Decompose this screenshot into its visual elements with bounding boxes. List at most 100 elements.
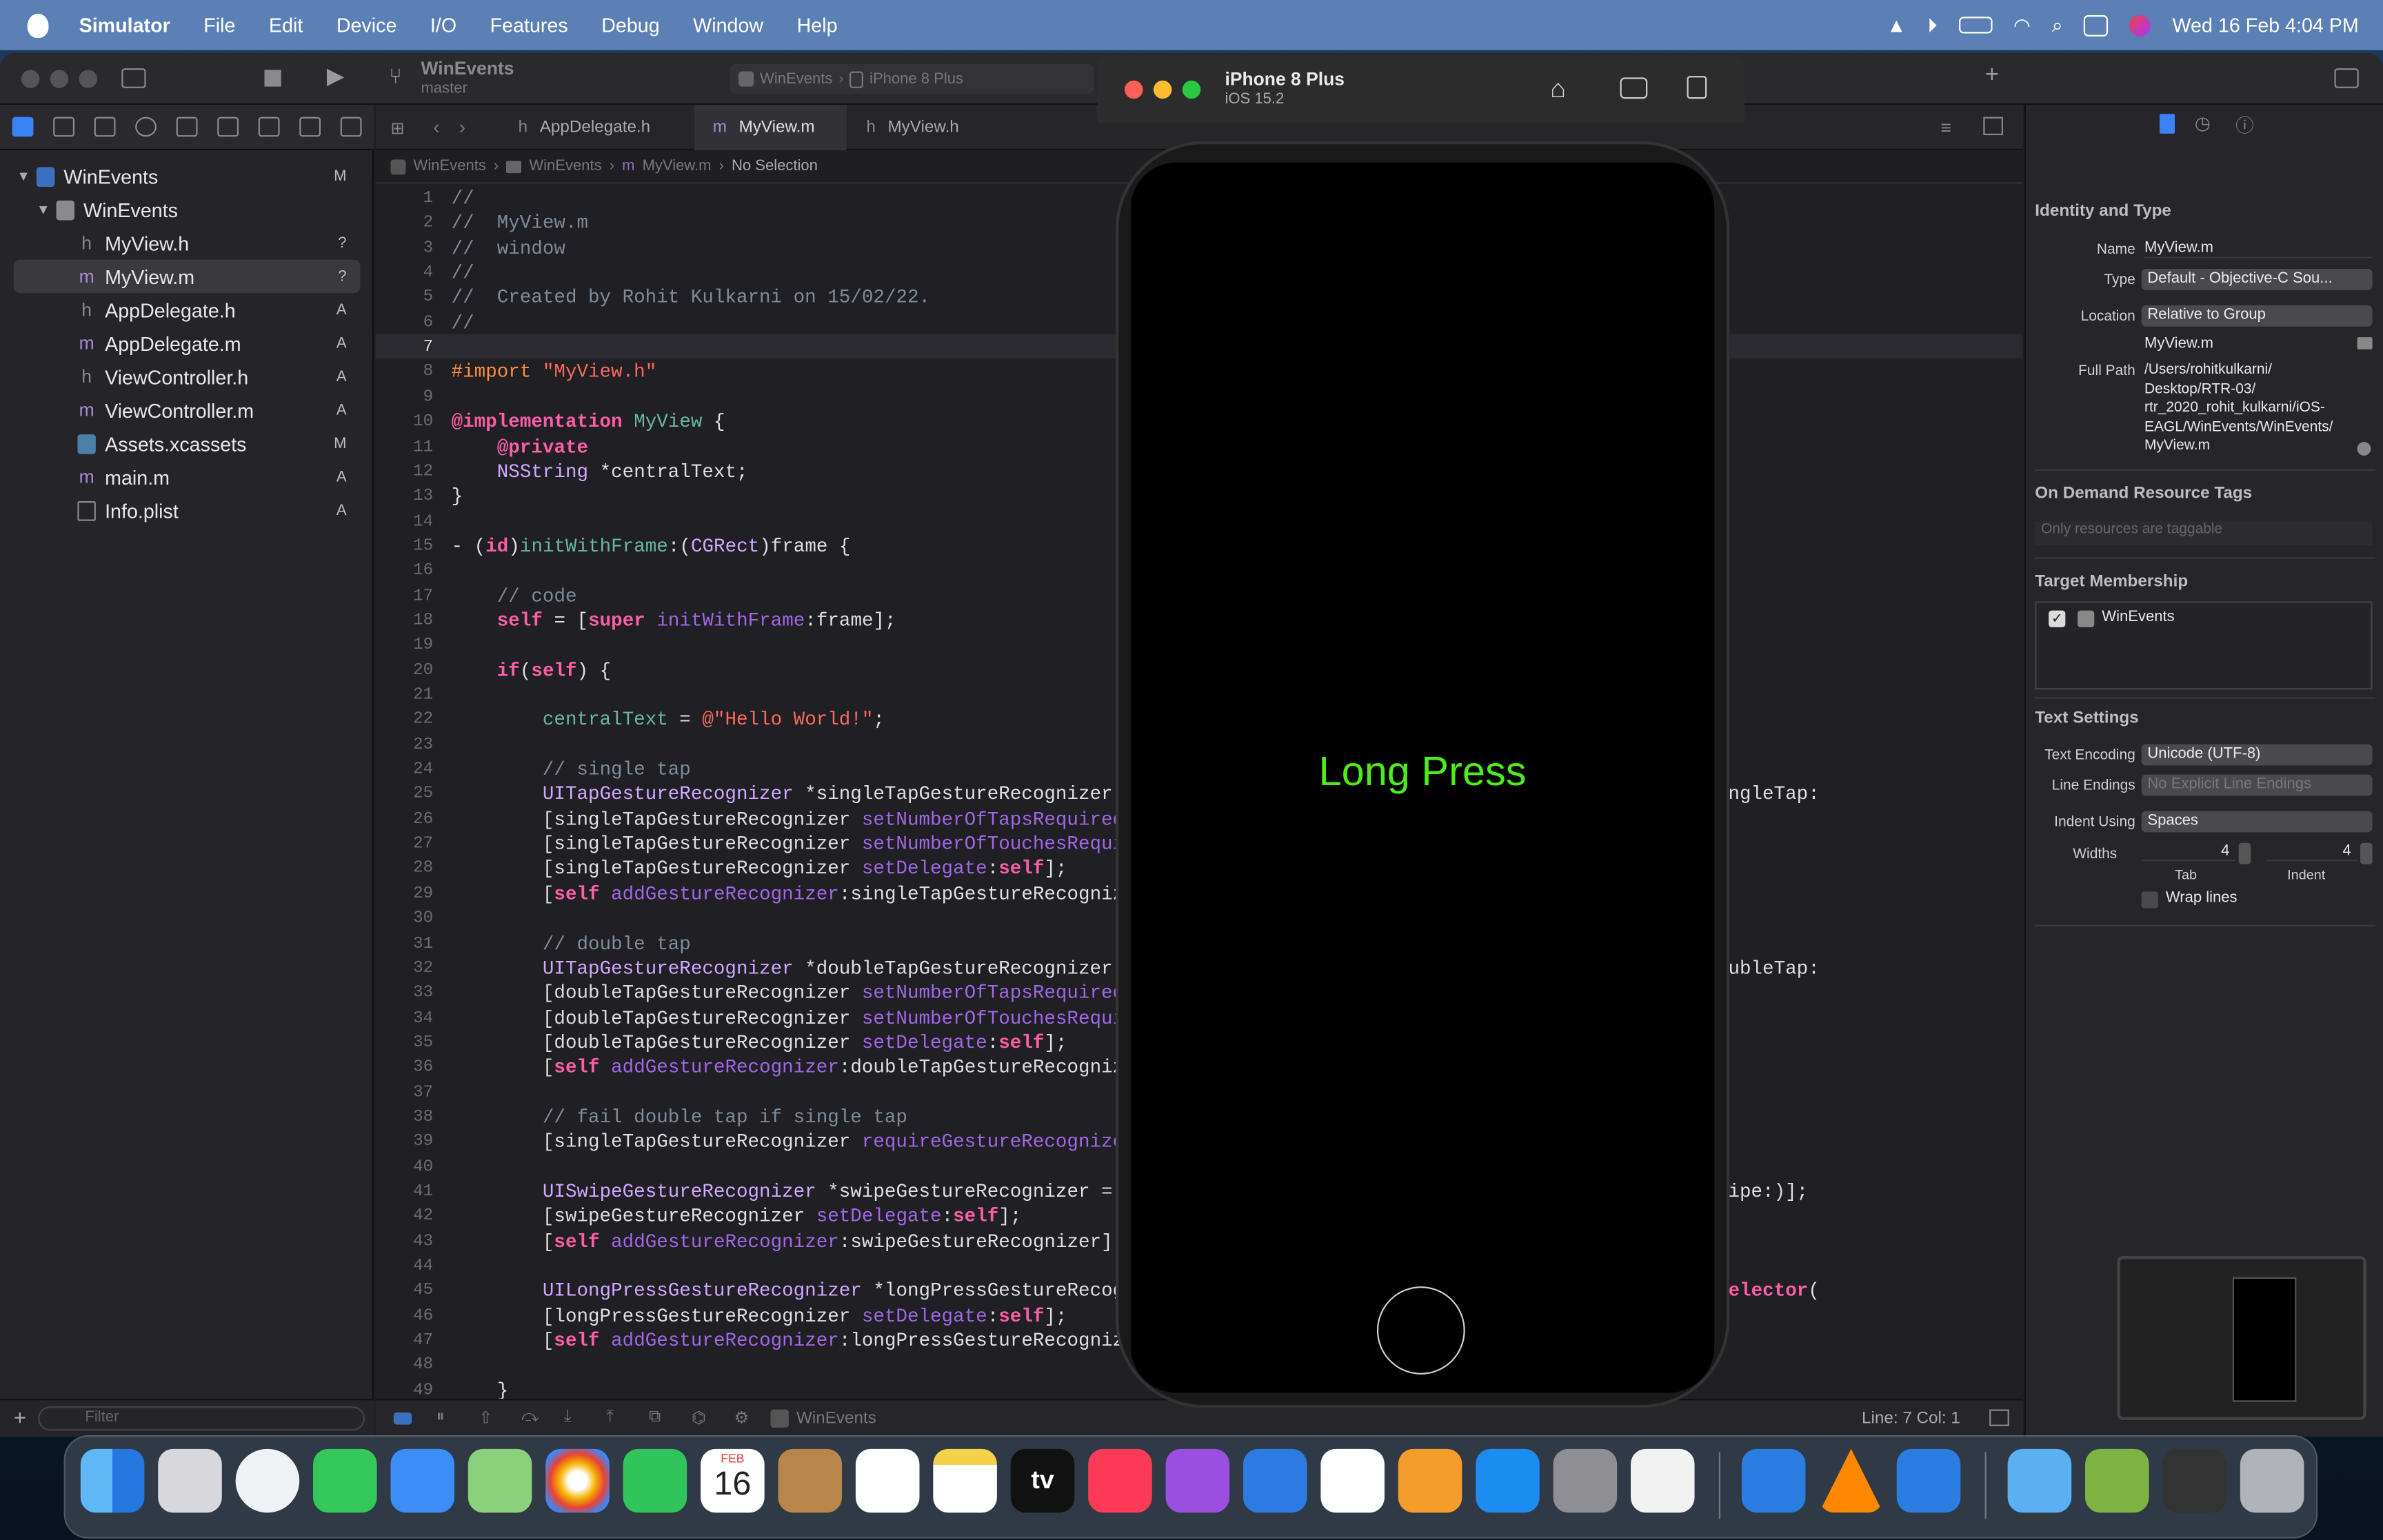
maps-icon[interactable] xyxy=(467,1448,532,1513)
menubar-clock[interactable]: Wed 16 Feb 4:04 PM xyxy=(2173,14,2359,37)
code-line[interactable]: // xyxy=(452,188,474,210)
location-popup[interactable]: Relative to Group xyxy=(2141,305,2373,327)
breakpoint-navigator-icon[interactable] xyxy=(299,116,321,137)
debug-navigator-icon[interactable] xyxy=(258,116,280,137)
line-number[interactable]: 29 xyxy=(375,885,433,903)
safari-icon[interactable] xyxy=(235,1448,300,1513)
toggle-console-icon[interactable] xyxy=(1989,1409,2009,1426)
line-number[interactable]: 25 xyxy=(375,786,433,804)
wrap-lines-checkbox[interactable] xyxy=(2141,891,2158,909)
reminders-icon[interactable] xyxy=(855,1448,920,1513)
scheme-selector[interactable]: WinEvents › iPhone 8 Plus xyxy=(729,63,1094,94)
line-number[interactable]: 41 xyxy=(375,1183,433,1201)
jumpbar-selection[interactable]: No Selection xyxy=(732,158,818,174)
home-button[interactable] xyxy=(1376,1286,1465,1375)
android-icon[interactable] xyxy=(2085,1448,2149,1513)
line-number[interactable]: 28 xyxy=(375,860,433,878)
vlc-icon[interactable] xyxy=(1819,1448,1883,1513)
toggle-inspector-icon[interactable] xyxy=(2334,68,2359,88)
screenshot-thumbnail[interactable] xyxy=(2117,1256,2366,1420)
nav-file-assets[interactable]: Assets.xcassets M xyxy=(0,427,374,460)
reveal-folder-icon[interactable] xyxy=(2357,337,2373,349)
line-number[interactable]: 44 xyxy=(375,1257,433,1275)
line-number[interactable]: 13 xyxy=(375,488,433,506)
breakpoints-toggle-icon[interactable]: ⏸ xyxy=(436,1408,445,1428)
code-line[interactable]: self = [super initWithFrame:frame]; xyxy=(452,611,896,632)
code-line[interactable]: // window xyxy=(452,238,565,259)
code-line[interactable]: centralText = @"Hello World!"; xyxy=(452,710,885,731)
history-inspector-tab-icon[interactable]: ◷ xyxy=(2195,112,2211,134)
disclosure-open-icon[interactable]: ▼ xyxy=(37,202,50,217)
indent-using-popup[interactable]: Spaces xyxy=(2141,811,2373,833)
code-line[interactable]: } xyxy=(452,486,463,507)
code-line[interactable]: if(self) { xyxy=(452,660,611,682)
line-number[interactable]: 37 xyxy=(375,1084,433,1102)
line-number[interactable]: 9 xyxy=(375,389,434,407)
line-number[interactable]: 12 xyxy=(375,463,433,481)
code-line[interactable]: [self addGestureRecognizer:doubleTapGest… xyxy=(452,1057,1136,1079)
help-inspector-tab-icon[interactable]: ⓘ xyxy=(2235,112,2253,138)
calendar-icon[interactable]: FEB 16 xyxy=(701,1448,765,1513)
apple-tv-icon[interactable]: tv xyxy=(1010,1448,1075,1513)
issue-navigator-icon[interactable] xyxy=(176,116,198,137)
nav-group-folder[interactable]: ▼ WinEvents xyxy=(0,193,374,226)
line-number[interactable]: 33 xyxy=(375,984,433,1002)
line-number[interactable]: 36 xyxy=(375,1059,433,1077)
line-number[interactable]: 35 xyxy=(375,1034,433,1052)
sim-minimize-button[interactable] xyxy=(1153,80,1172,99)
line-number[interactable]: 24 xyxy=(375,761,433,779)
nav-file-myview-m[interactable]: m MyView.m ? xyxy=(13,259,361,294)
music-icon[interactable] xyxy=(1088,1448,1152,1513)
messages-icon[interactable] xyxy=(313,1448,377,1513)
line-number[interactable]: 11 xyxy=(375,438,433,456)
code-line[interactable]: [self addGestureRecognizer:longPressGest… xyxy=(452,1330,1136,1352)
line-number[interactable]: 21 xyxy=(375,687,433,705)
screenshot-icon[interactable] xyxy=(1620,77,1648,99)
nav-project-root[interactable]: ▼ WinEvents M xyxy=(0,159,374,192)
xcode-icon[interactable] xyxy=(1741,1448,1806,1513)
toggle-navigator-icon[interactable] xyxy=(121,68,146,88)
code-line[interactable]: @private xyxy=(452,436,588,458)
downloads-folder-icon[interactable] xyxy=(2007,1448,2072,1513)
line-number[interactable]: 14 xyxy=(375,513,433,531)
simulator-icon[interactable] xyxy=(1896,1448,1961,1513)
indent-width-stepper[interactable] xyxy=(2360,842,2373,864)
line-number[interactable]: 18 xyxy=(375,612,433,630)
notes-icon[interactable] xyxy=(933,1448,997,1513)
type-popup[interactable]: Default - Objective-C Sou... xyxy=(2141,268,2373,290)
disclosure-open-icon[interactable]: ▼ xyxy=(17,169,30,184)
line-number[interactable]: 1 xyxy=(375,190,434,207)
editor-options-icon[interactable]: ≡ xyxy=(1941,117,1951,139)
siri-icon[interactable] xyxy=(2129,14,2151,36)
nav-file-appdelegate-m[interactable]: m AppDelegate.m A xyxy=(0,327,374,360)
code-line[interactable]: [singleTapGestureRecognizer requireGestu… xyxy=(452,1132,1136,1153)
code-line[interactable]: // Created by Rohit Kulkarni on 15/02/22… xyxy=(452,287,930,309)
nav-file-viewcontroller-m[interactable]: m ViewController.m A xyxy=(0,394,374,427)
line-number[interactable]: 30 xyxy=(375,910,433,928)
podcasts-icon[interactable] xyxy=(1165,1448,1230,1513)
menu-file[interactable]: File xyxy=(203,14,235,37)
line-number[interactable]: 7 xyxy=(375,339,434,357)
code-line[interactable]: // fail double tap if single tap xyxy=(452,1107,907,1128)
system-preferences-icon[interactable] xyxy=(1553,1448,1618,1513)
apple-menu-icon[interactable] xyxy=(27,12,49,37)
home-icon[interactable]: ⌂ xyxy=(1550,74,1566,105)
nav-file-viewcontroller-h[interactable]: h ViewController.h A xyxy=(0,360,374,393)
line-number[interactable]: 17 xyxy=(375,587,433,605)
line-number[interactable]: 3 xyxy=(375,239,434,257)
line-number[interactable]: 19 xyxy=(375,637,433,655)
line-number[interactable]: 40 xyxy=(375,1158,433,1176)
code-line[interactable]: [doubleTapGestureRecognizer setDelegate:… xyxy=(452,1033,1067,1054)
code-line[interactable]: [singleTapGestureRecognizer setNumberOfT… xyxy=(452,809,1136,831)
add-file-icon[interactable]: + xyxy=(14,1405,26,1429)
code-line[interactable]: // xyxy=(452,312,474,334)
line-number[interactable]: 16 xyxy=(375,563,433,580)
window-minimize-button[interactable] xyxy=(50,70,69,88)
code-line[interactable]: // xyxy=(452,263,474,284)
code-line[interactable]: #import "MyView.h" xyxy=(452,362,657,383)
step-over-icon[interactable]: ⤼ xyxy=(521,1408,539,1428)
line-number[interactable]: 46 xyxy=(375,1307,433,1325)
play-status-icon[interactable]: ⏵ xyxy=(1927,13,1937,37)
line-number[interactable]: 8 xyxy=(375,364,434,382)
menu-help[interactable]: Help xyxy=(797,14,838,37)
